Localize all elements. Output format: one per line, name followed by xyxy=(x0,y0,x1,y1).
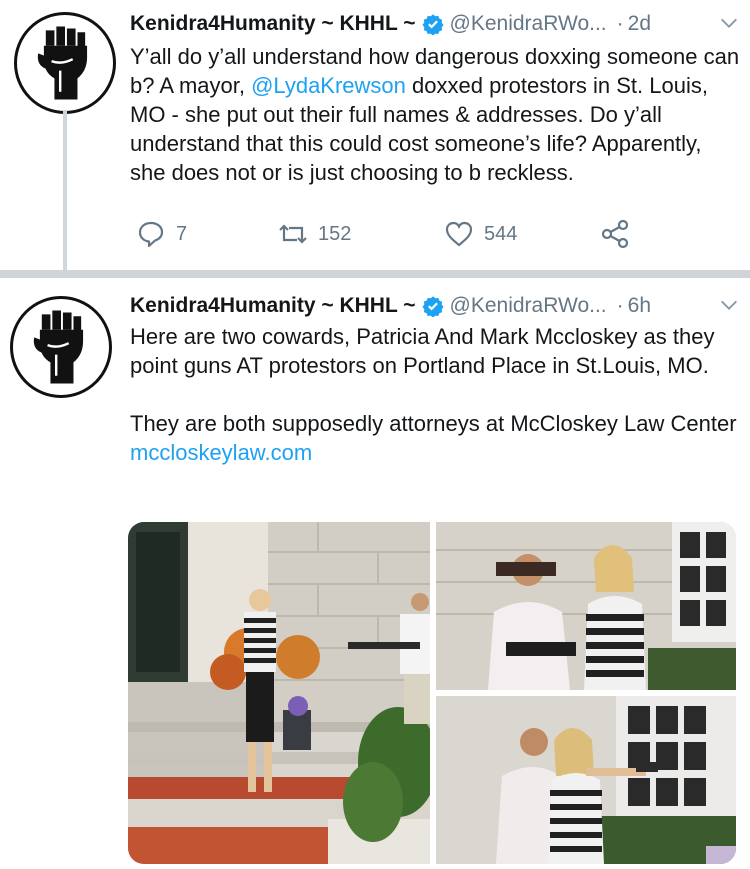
author-name[interactable]: Kenidra4Humanity ~ KHHL ~ xyxy=(130,12,416,36)
retweet-button[interactable]: 152 xyxy=(278,214,351,254)
retweet-icon xyxy=(279,224,307,244)
retweet-count: 152 xyxy=(318,222,352,245)
share-button[interactable] xyxy=(600,214,640,254)
photo-grid xyxy=(128,522,738,864)
author-name[interactable]: Kenidra4Humanity ~ KHHL ~ xyxy=(130,294,416,318)
thread-connector-line xyxy=(63,110,67,270)
tweet-paragraph: Here are two cowards, Patricia And Mark … xyxy=(130,324,715,378)
reply-icon xyxy=(138,221,164,248)
tweet-header: Kenidra4Humanity ~ KHHL ~ @KenidraRWo...… xyxy=(130,288,740,324)
raised-fist-icon xyxy=(33,310,84,384)
photo-2[interactable] xyxy=(436,522,736,690)
tweet-divider xyxy=(0,270,750,278)
reply-count: 7 xyxy=(176,222,188,245)
website-link[interactable]: mccloskeylaw.com xyxy=(130,440,312,465)
heart-icon xyxy=(445,221,473,247)
like-count: 544 xyxy=(484,222,518,245)
tweet-1[interactable]: Kenidra4Humanity ~ KHHL ~ @KenidraRWo...… xyxy=(0,0,750,270)
like-button[interactable]: 544 xyxy=(444,214,517,254)
chevron-down-icon[interactable] xyxy=(718,294,740,316)
timestamp[interactable]: 2d xyxy=(628,12,651,36)
separator-dot: · xyxy=(616,294,624,317)
tweet-2[interactable]: Kenidra4Humanity ~ KHHL ~ @KenidraRWo...… xyxy=(0,278,750,869)
tweet-paragraph: They are both supposedly attorneys at Mc… xyxy=(130,411,737,436)
verified-badge-icon xyxy=(421,13,444,35)
reply-button[interactable]: 7 xyxy=(136,214,187,254)
tweet-header: Kenidra4Humanity ~ KHHL ~ @KenidraRWo...… xyxy=(130,6,740,42)
tweet-actions: 7 152 544 xyxy=(130,214,650,254)
photo-steps-image xyxy=(128,522,430,864)
raised-fist-icon xyxy=(37,26,88,100)
photo-3[interactable] xyxy=(436,696,736,864)
author-handle[interactable]: @KenidraRWo... xyxy=(450,12,607,36)
author-handle[interactable]: @KenidraRWo... xyxy=(450,294,607,318)
separator-dot: · xyxy=(616,12,624,35)
chevron-down-icon[interactable] xyxy=(718,12,740,34)
author-avatar[interactable] xyxy=(14,12,116,114)
tweet-text: Here are two cowards, Patricia And Mark … xyxy=(130,322,740,467)
photo-1[interactable] xyxy=(128,522,430,864)
share-icon xyxy=(601,219,629,249)
photo-pistol-image xyxy=(436,696,736,864)
author-avatar[interactable] xyxy=(10,296,112,398)
photo-closeup-image xyxy=(436,522,736,690)
timestamp[interactable]: 6h xyxy=(628,294,651,318)
verified-badge-icon xyxy=(421,295,444,317)
tweet-text: Y’all do y’all understand how dangerous … xyxy=(130,42,740,187)
mention-link[interactable]: @LydaKrewson xyxy=(251,73,406,98)
